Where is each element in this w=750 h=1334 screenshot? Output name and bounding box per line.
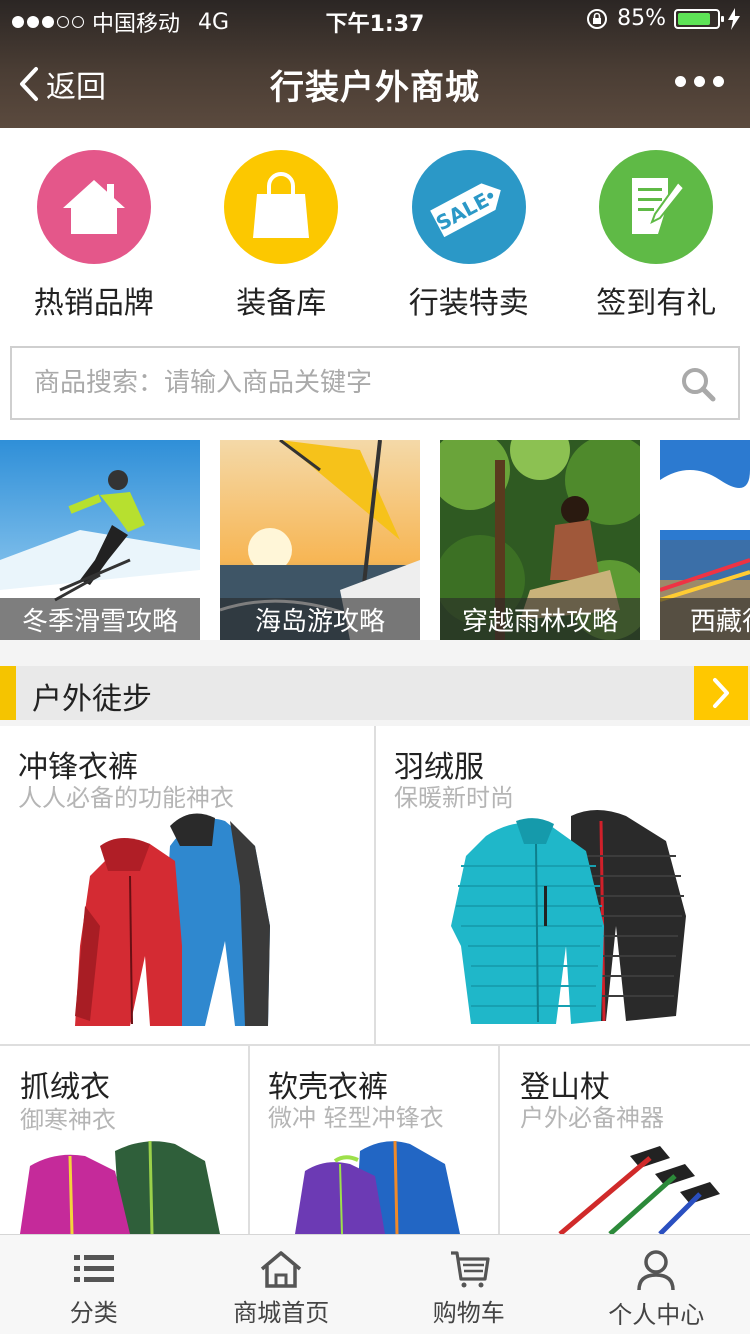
banner-island-guide[interactable]: 海岛游攻略 — [220, 440, 420, 640]
battery-percent: 85% — [617, 6, 666, 31]
product-card-fleece[interactable]: 抓绒衣 御寒神衣 — [0, 1046, 248, 1234]
tab-categories[interactable]: 分类 — [0, 1235, 188, 1334]
search-section — [0, 338, 750, 438]
product-desc: 户外必备神器 — [520, 1104, 664, 1132]
battery-icon — [674, 8, 724, 29]
quick-links: 热销品牌 装备库 SALE 行装特卖 签到有礼 — [0, 128, 750, 338]
product-desc: 人人必备的功能神衣 — [18, 784, 234, 812]
banner-rainforest-guide[interactable]: 穿越雨林攻略 — [440, 440, 640, 640]
banner-tibet-guide[interactable]: 西藏行 — [660, 440, 750, 640]
search-input[interactable] — [12, 348, 652, 418]
chevron-right-icon — [713, 678, 729, 708]
section-more-button[interactable] — [694, 666, 748, 720]
status-bar: 中国移动 4G 下午1:37 85% — [0, 0, 750, 40]
quick-link-sale[interactable]: SALE 行装特卖 — [375, 128, 563, 338]
quick-link-equipment[interactable]: 装备库 — [188, 128, 376, 338]
product-card-softshell[interactable]: 软壳衣裤 微冲 轻型冲锋衣 — [250, 1046, 498, 1234]
quick-link-label: 行装特卖 — [408, 286, 529, 321]
more-menu-button[interactable] — [675, 76, 724, 87]
sale-tag-icon: SALE — [411, 150, 526, 264]
quick-link-hot-brands[interactable]: 热销品牌 — [0, 128, 188, 338]
home-icon — [261, 1251, 302, 1288]
nav-bar: 返回 行装户外商城 — [0, 40, 750, 128]
grid-divider — [498, 1046, 500, 1234]
tab-cart[interactable]: 购物车 — [375, 1235, 563, 1334]
product-grid: 冲锋衣裤 人人必备的功能神衣 羽绒服 保暖新时尚 抓绒衣 御寒神衣 软壳衣裤 微… — [0, 726, 750, 1234]
grid-divider — [248, 1046, 250, 1234]
grid-divider — [0, 1044, 750, 1046]
quick-link-label: 签到有礼 — [596, 286, 717, 321]
tab-home[interactable]: 商城首页 — [188, 1235, 376, 1334]
cart-icon — [450, 1251, 490, 1288]
charging-bolt-icon — [728, 7, 740, 30]
quick-link-checkin[interactable]: 签到有礼 — [563, 128, 750, 338]
tab-label: 购物车 — [432, 1299, 505, 1327]
header: 中国移动 4G 下午1:37 85% 返回 行装户外商城 — [0, 0, 750, 128]
product-card-trekking-poles[interactable]: 登山杖 户外必备神器 — [500, 1046, 750, 1234]
house-icon — [36, 150, 151, 264]
product-desc: 保暖新时尚 — [394, 784, 514, 812]
list-icon — [73, 1255, 114, 1282]
quick-link-label: 装备库 — [236, 286, 327, 321]
grid-divider — [374, 726, 376, 1044]
product-desc: 御寒神衣 — [20, 1106, 116, 1134]
tab-label: 商城首页 — [233, 1299, 330, 1327]
banner-caption: 海岛游攻略 — [220, 598, 420, 640]
banner-caption: 西藏行 — [660, 598, 750, 640]
guide-banners: 冬季滑雪攻略 海岛游攻略 穿越雨林攻略 西藏 — [0, 438, 750, 640]
rotation-lock-icon — [587, 8, 608, 29]
bottom-tab-bar: 分类 商城首页 购物车 个人中心 — [0, 1234, 750, 1334]
shopping-bag-icon — [224, 150, 339, 264]
product-card-jackets[interactable]: 冲锋衣裤 人人必备的功能神衣 — [0, 726, 374, 1044]
section-title: 户外徒步 — [32, 682, 152, 717]
product-card-down-jacket[interactable]: 羽绒服 保暖新时尚 — [376, 726, 750, 1044]
quick-link-label: 热销品牌 — [33, 286, 154, 321]
banner-ski-guide[interactable]: 冬季滑雪攻略 — [0, 440, 200, 640]
section-accent-bar — [0, 666, 16, 720]
search-icon[interactable] — [680, 366, 716, 402]
section-header-hiking[interactable]: 户外徒步 — [0, 666, 750, 720]
tab-label: 个人中心 — [608, 1301, 705, 1329]
user-icon — [637, 1250, 675, 1291]
search-box — [10, 346, 740, 420]
tab-profile[interactable]: 个人中心 — [563, 1235, 750, 1334]
banner-caption: 穿越雨林攻略 — [440, 598, 640, 640]
note-pen-icon — [599, 150, 714, 264]
banner-caption: 冬季滑雪攻略 — [0, 598, 200, 640]
tab-label: 分类 — [69, 1299, 118, 1327]
page-title: 行装户外商城 — [270, 68, 480, 108]
product-desc: 微冲 轻型冲锋衣 — [268, 1104, 444, 1132]
